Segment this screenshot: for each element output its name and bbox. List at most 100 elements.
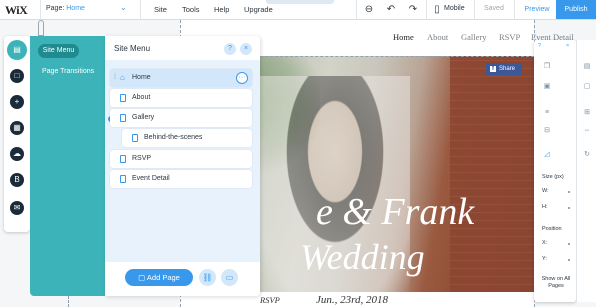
- page-item-gallery[interactable]: Gallery: [110, 109, 252, 127]
- more-options-button[interactable]: ···: [236, 72, 248, 84]
- page-item-about[interactable]: About: [110, 89, 252, 107]
- divider: [140, 0, 141, 20]
- width-value[interactable]: [568, 191, 570, 193]
- add-folder-icon[interactable]: ▭: [221, 269, 238, 286]
- y-value[interactable]: [568, 259, 570, 261]
- grid-guide: [68, 296, 69, 307]
- page-label: Event Detail: [132, 175, 170, 182]
- divider: [514, 0, 515, 20]
- page-icon: [120, 94, 126, 102]
- left-tool-rail: ▤ □ + ▦ ☁ B ✉: [4, 36, 30, 232]
- page-icon: [120, 155, 126, 163]
- page-label: RSVP: [132, 155, 152, 162]
- saved-status: Saved: [484, 5, 504, 12]
- photo-brick-wall: [450, 56, 534, 292]
- match-size-icon[interactable]: ◿: [542, 150, 552, 160]
- site-menu-sidebar: [30, 36, 105, 296]
- preview-button[interactable]: Preview: [516, 0, 558, 19]
- background-icon[interactable]: □: [7, 66, 27, 86]
- add-icon[interactable]: +: [7, 92, 27, 112]
- menu-upgrade[interactable]: Upgrade: [244, 5, 273, 14]
- page-item-home[interactable]: Home: [110, 69, 252, 87]
- distribute-icon[interactable]: ⊟: [542, 126, 552, 136]
- footer-rsvp[interactable]: RSVP: [260, 295, 280, 305]
- y-label: Y:: [542, 256, 547, 262]
- delete-icon[interactable]: ▢: [582, 82, 592, 92]
- chat-icon[interactable]: ✉: [7, 198, 27, 218]
- width-label: W:: [542, 188, 549, 194]
- tab-page-transitions[interactable]: Page Transitions: [42, 68, 94, 75]
- menu-tools[interactable]: Tools: [182, 5, 200, 14]
- x-label: X:: [542, 240, 548, 246]
- layers-icon[interactable]: ▤: [582, 62, 592, 72]
- page-selector[interactable]: Page: Home: [46, 5, 85, 12]
- x-value[interactable]: [568, 243, 570, 245]
- help-button[interactable]: ?: [538, 43, 541, 49]
- mobile-icon[interactable]: ▯: [430, 3, 444, 17]
- page-item-rsvp[interactable]: RSVP: [110, 150, 252, 168]
- page-icon: [132, 134, 138, 142]
- wix-logo: WiX: [5, 3, 28, 17]
- undo-icon[interactable]: ↶: [384, 3, 398, 17]
- mobile-switch[interactable]: Mobile: [444, 5, 465, 12]
- add-page-button[interactable]: ▢ Add Page: [125, 269, 193, 286]
- apps-icon[interactable]: ▦: [7, 118, 27, 138]
- divider: [474, 0, 475, 20]
- upload-icon[interactable]: ☁: [7, 144, 27, 164]
- close-button[interactable]: ×: [566, 43, 569, 49]
- tab-site-menu[interactable]: Site Menu: [38, 44, 79, 58]
- pages-menu-icon[interactable]: ▤: [7, 40, 27, 60]
- publish-button[interactable]: Publish: [556, 0, 596, 19]
- show-on-all-pages[interactable]: Show on All Pages: [538, 276, 574, 290]
- page-value: Home: [66, 5, 85, 12]
- page-icon: [120, 175, 126, 183]
- help-button[interactable]: ?: [224, 43, 236, 55]
- height-label: H:: [542, 204, 548, 210]
- home-icon: ⌂: [120, 73, 125, 82]
- page-item-behind-the-scenes[interactable]: Behind-the-scenes: [122, 129, 252, 147]
- drag-handle-icon[interactable]: ⁞: [114, 74, 116, 81]
- facebook-share-button[interactable]: f Share: [486, 63, 522, 75]
- hero-title[interactable]: e & Frank: [316, 190, 474, 234]
- duplicate-icon[interactable]: ❐: [542, 62, 552, 72]
- menu-help[interactable]: Help: [214, 5, 229, 14]
- divider: [356, 0, 357, 20]
- redo-icon[interactable]: ↷: [406, 3, 420, 17]
- site-nav-rsvp[interactable]: RSVP: [499, 32, 520, 42]
- chevron-down-icon[interactable]: ⌄: [120, 3, 127, 12]
- arrange-icon[interactable]: ⊞: [582, 108, 592, 118]
- header-guide: [260, 56, 534, 57]
- page-label: Page:: [46, 5, 65, 12]
- position-title: Position: [542, 226, 562, 232]
- footer-date[interactable]: Jun., 23rd, 2018: [316, 294, 388, 306]
- toolbar-drag-handle[interactable]: [266, 0, 334, 4]
- site-nav-home[interactable]: Home: [393, 32, 414, 42]
- blog-icon[interactable]: B: [7, 170, 27, 190]
- rotate-icon[interactable]: ↻: [582, 150, 592, 160]
- stretch-icon[interactable]: ⇔: [582, 126, 592, 136]
- panel-title: Site Menu: [114, 44, 151, 53]
- divider: [40, 0, 41, 20]
- page-label: Behind-the-scenes: [144, 134, 203, 141]
- paste-icon[interactable]: ▣: [542, 82, 552, 92]
- add-page-icon: ▢: [138, 273, 147, 282]
- align-icon[interactable]: ≡: [542, 108, 552, 118]
- page-label: Home: [132, 74, 151, 81]
- page-label: Gallery: [132, 114, 155, 121]
- properties-panel: ? × ❐ ▣ ≡ ⊟ ◿ Size (px) W: H: Position X…: [534, 40, 576, 302]
- page-icon: [120, 114, 126, 122]
- site-nav-about[interactable]: About: [427, 32, 448, 42]
- divider: [426, 0, 427, 20]
- facebook-icon: f: [490, 66, 496, 72]
- add-page-label: Add Page: [146, 273, 180, 282]
- pin-icon: [38, 20, 44, 36]
- height-value[interactable]: [568, 207, 570, 209]
- menu-site[interactable]: Site: [154, 5, 167, 14]
- page-item-event-detail[interactable]: Event Detail: [110, 170, 252, 188]
- close-button[interactable]: ×: [240, 43, 252, 55]
- site-nav-gallery[interactable]: Gallery: [461, 32, 487, 42]
- add-link-icon[interactable]: ⛓: [199, 269, 216, 286]
- hero-subtitle[interactable]: Wedding: [300, 236, 425, 278]
- zoom-icon[interactable]: ⊖: [362, 3, 376, 17]
- properties-toolbar: ▤ ▢ ⊞ ⇔ ↻: [576, 40, 596, 302]
